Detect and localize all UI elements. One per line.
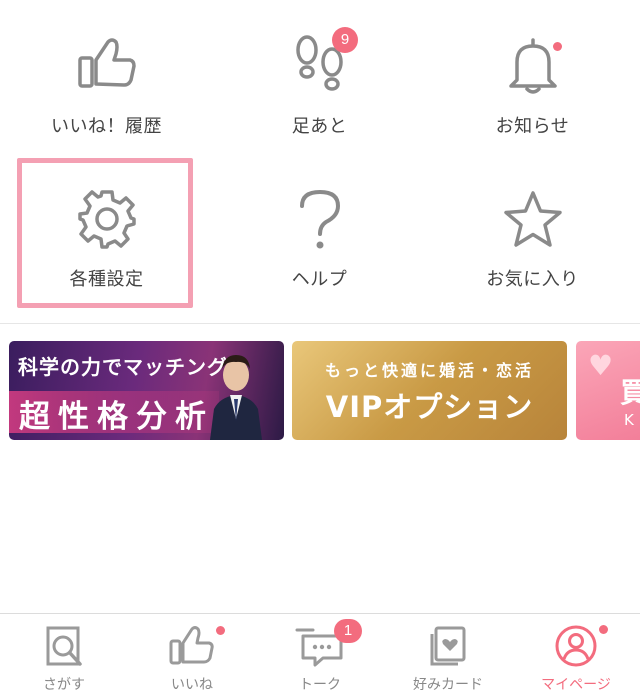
tab-likes-dot — [216, 626, 225, 635]
likes-history-label: いいね！履歴 — [51, 116, 162, 137]
menu-likes-history[interactable]: いいね！履歴 — [0, 0, 213, 150]
banner-personality-line2: 超性格分析 — [19, 399, 214, 435]
banner-partial-line1: 買 — [620, 376, 640, 409]
heart-card-icon — [430, 626, 466, 666]
favorites-label: お気に入り — [486, 269, 579, 290]
tab-talk-badge: 1 — [334, 619, 362, 643]
banner-carousel[interactable]: 科学の力でマッチング 超性格分析 もっと快適に婚活・恋活 VIPオプション ♥ … — [0, 341, 640, 441]
menu-help[interactable]: ヘルプ — [213, 158, 426, 308]
menu-grid: いいね！履歴 9 足あと お知らせ 各種設定 ヘルプ お気に入り — [0, 0, 640, 323]
banner-personality-analysis[interactable]: 科学の力でマッチング 超性格分析 — [9, 341, 284, 440]
heart-icon: ♥ — [588, 349, 614, 382]
banner-partial[interactable]: ♥ 買 K — [576, 341, 640, 440]
tab-likes-label: いいね — [171, 677, 213, 693]
footprints-badge: 9 — [332, 27, 358, 53]
tab-search[interactable]: さがす — [0, 614, 128, 699]
notifications-dot — [553, 42, 562, 51]
footprints-label: 足あと — [291, 116, 348, 137]
tab-talk-label: トーク — [299, 677, 341, 693]
menu-notifications[interactable]: お知らせ — [426, 0, 639, 150]
man-in-suit-image — [210, 355, 262, 440]
tab-cards[interactable]: 好みカード — [384, 614, 512, 699]
star-icon — [503, 191, 562, 247]
tab-likes[interactable]: いいね — [128, 614, 256, 699]
banner-vip-line2: VIPオプション — [325, 390, 534, 424]
question-mark-icon — [299, 189, 340, 249]
menu-favorites[interactable]: お気に入り — [426, 158, 639, 308]
user-profile-icon — [555, 625, 597, 667]
bell-icon — [508, 38, 557, 94]
search-icon — [46, 626, 82, 666]
thumbs-up-icon — [169, 626, 214, 665]
tab-cards-label: 好みカード — [413, 677, 483, 693]
tab-mypage[interactable]: マイページ — [512, 614, 640, 699]
tab-mypage-label: マイページ — [541, 677, 611, 693]
help-label: ヘルプ — [291, 269, 348, 290]
thumbs-up-icon — [77, 38, 136, 88]
banner-vip-line1: もっと快適に婚活・恋活 — [324, 361, 534, 380]
banner-personality-line1: 科学の力でマッチング — [18, 355, 228, 379]
banner-vip-option[interactable]: もっと快適に婚活・恋活 VIPオプション — [292, 341, 567, 440]
tab-talk[interactable]: 1 トーク — [256, 614, 384, 699]
notifications-label: お知らせ — [495, 116, 570, 137]
tab-search-label: さがす — [43, 677, 85, 693]
banner-partial-line2: K — [624, 411, 634, 429]
section-divider — [0, 323, 640, 324]
tab-mypage-dot — [599, 625, 608, 634]
menu-footprints[interactable]: 9 足あと — [213, 0, 426, 150]
settings-highlight-frame — [17, 158, 193, 308]
bottom-tab-bar: さがす いいね 1 トーク 好みカード マイページ — [0, 613, 640, 699]
